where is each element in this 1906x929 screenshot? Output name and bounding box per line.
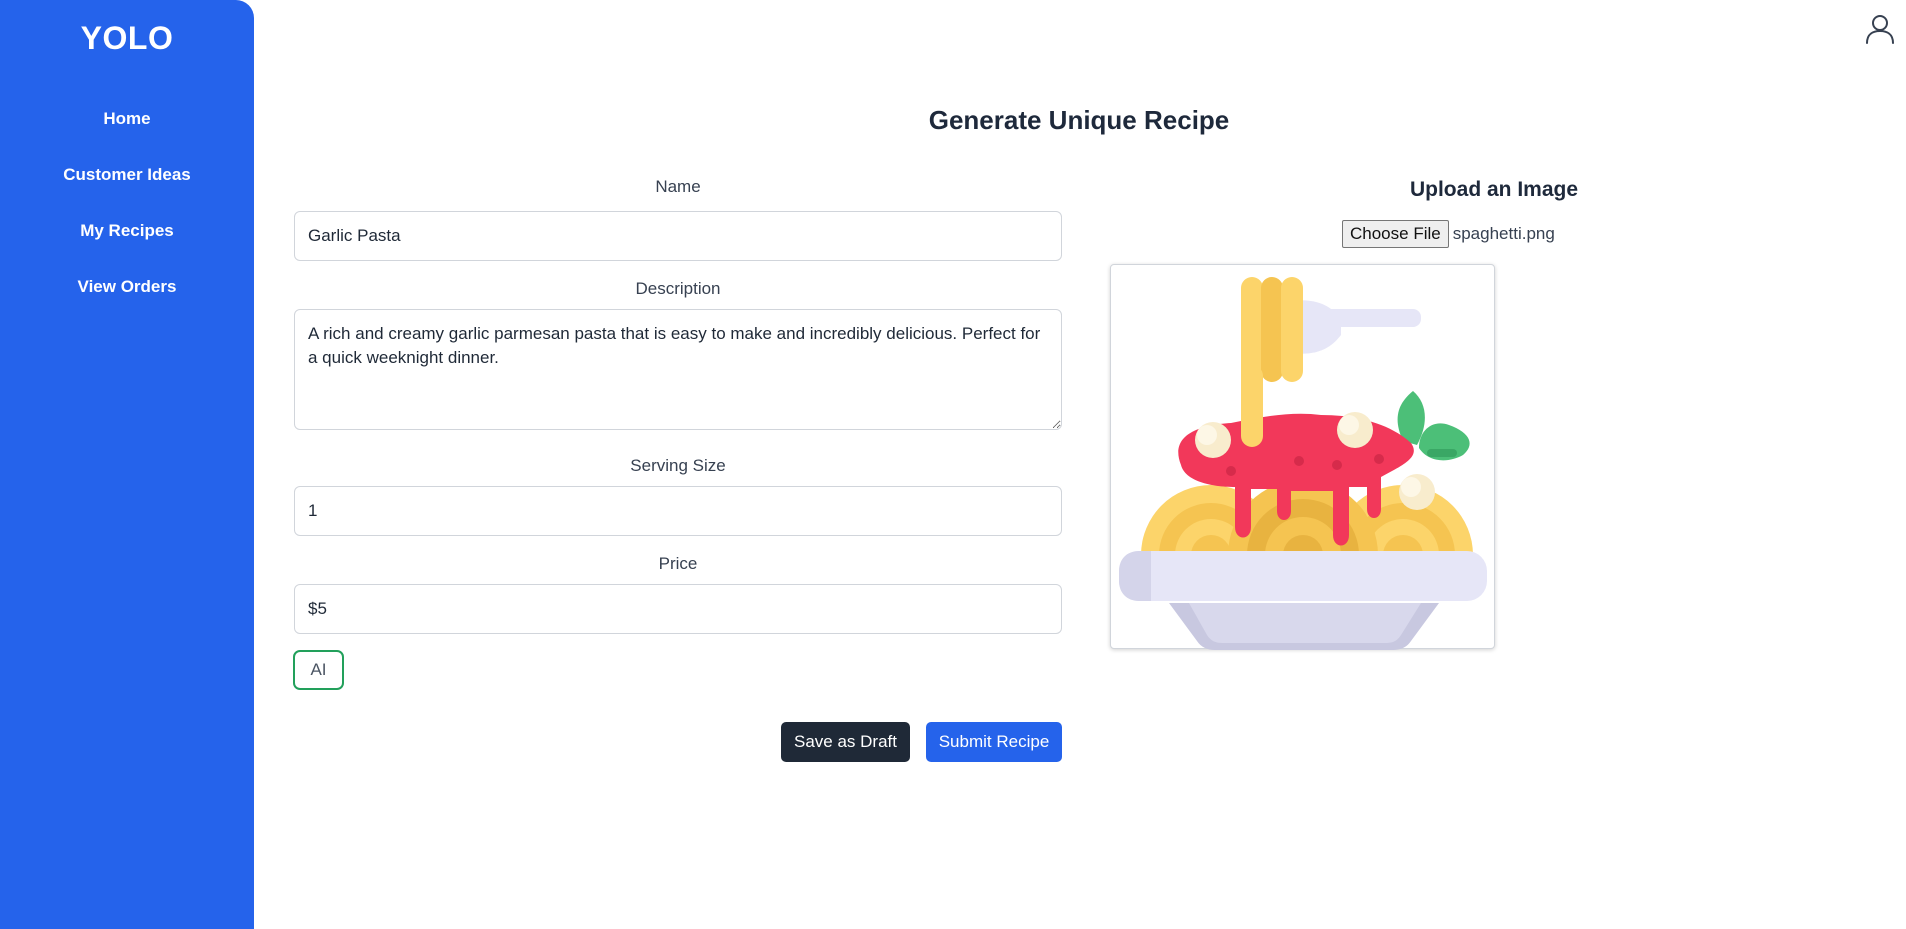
file-name: spaghetti.png [1452, 224, 1555, 243]
page-title: Generate Unique Recipe [928, 105, 1230, 135]
serving-size-label: Serving Size [630, 456, 726, 475]
ai-button[interactable]: AI [293, 650, 344, 690]
sidebar-item-home[interactable]: Home [0, 109, 254, 129]
spaghetti-illustration-icon [1119, 277, 1487, 650]
description-label: Description [635, 279, 721, 298]
sidebar-item-customer-ideas[interactable]: Customer Ideas [0, 165, 254, 185]
upload-title: Upload an Image [1409, 178, 1579, 201]
save-draft-button[interactable]: Save as Draft [781, 722, 910, 762]
sidebar: YOLO Home Customer Ideas My Recipes View… [0, 0, 254, 929]
choose-file-button[interactable]: Choose File [1342, 220, 1449, 248]
brand-logo[interactable]: YOLO [0, 20, 254, 57]
price-input[interactable] [294, 584, 1062, 634]
submit-recipe-button[interactable]: Submit Recipe [926, 722, 1062, 762]
price-label: Price [658, 554, 698, 573]
name-label: Name [655, 177, 701, 196]
file-input: Choose File spaghetti.png [1342, 220, 1555, 248]
user-icon[interactable] [1864, 13, 1896, 45]
description-textarea[interactable]: A rich and creamy garlic parmesan pasta … [294, 309, 1062, 430]
image-preview [1110, 264, 1495, 650]
name-input[interactable] [294, 211, 1062, 261]
sidebar-item-my-recipes[interactable]: My Recipes [0, 221, 254, 241]
sidebar-item-view-orders[interactable]: View Orders [0, 277, 254, 297]
serving-size-input[interactable] [294, 486, 1062, 536]
